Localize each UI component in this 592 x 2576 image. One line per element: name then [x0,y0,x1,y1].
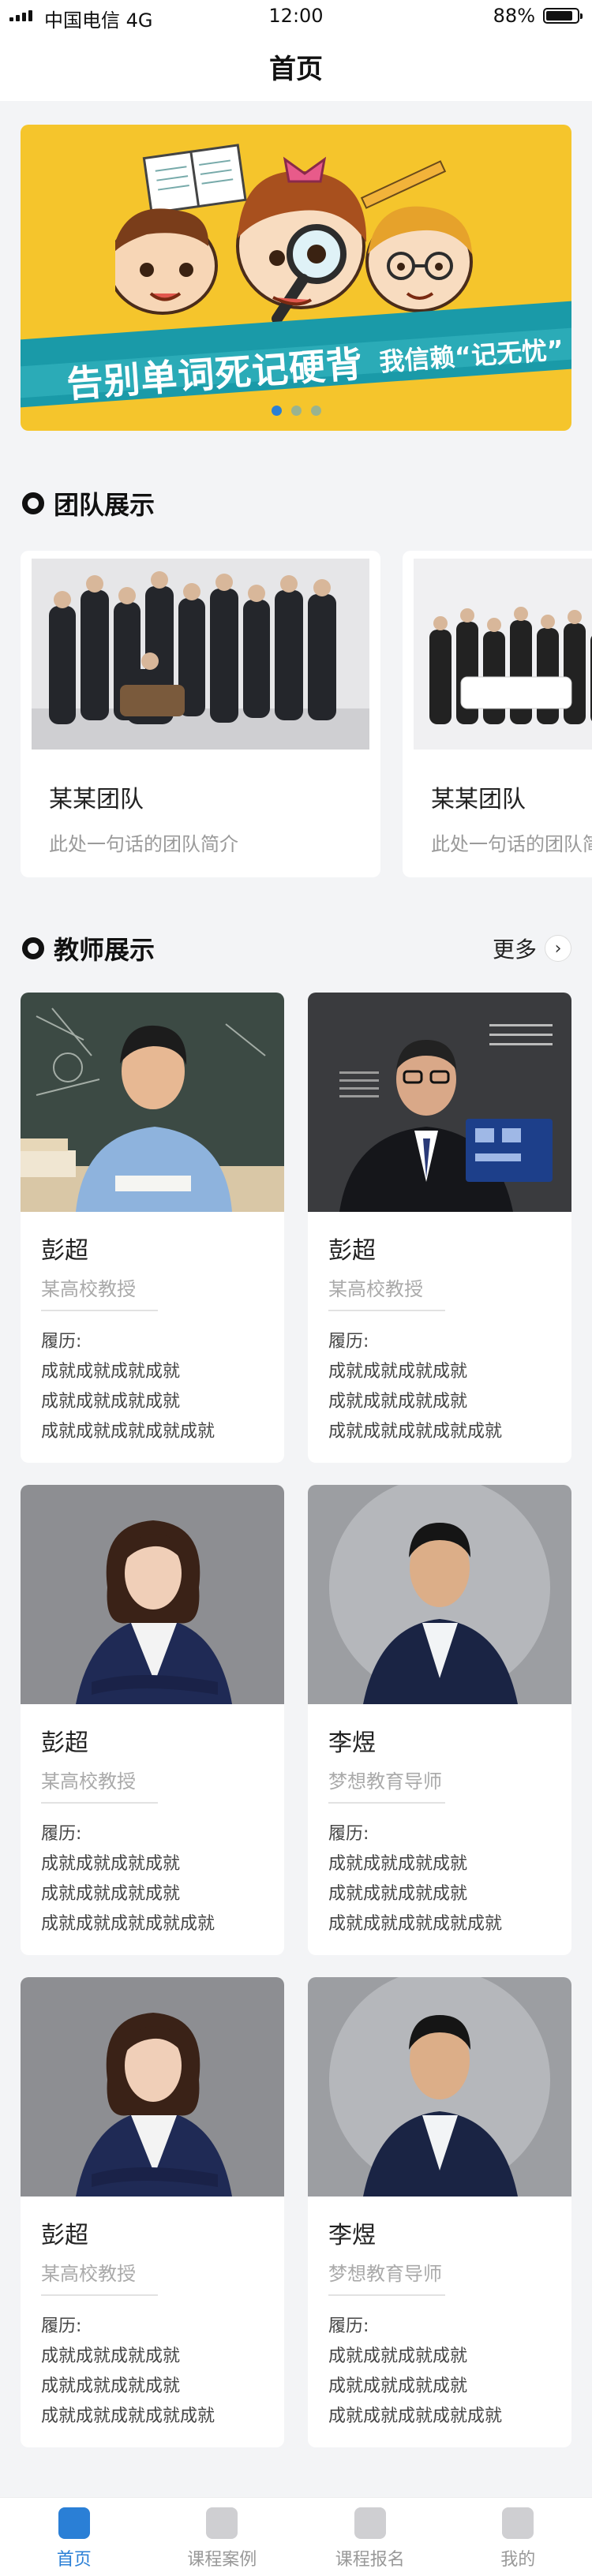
team-desc: 此处一句话的团队简介 [49,833,238,855]
resume-label: 履历: [41,1332,82,1352]
resume-line: 成就成就成就成就成就 [41,1422,215,1441]
signup-icon [354,2507,386,2539]
resume-line: 成就成就成就成就 [41,1362,181,1381]
team-card[interactable]: 某某团队 此处一句话的团队简介 [21,551,380,877]
tab-profile[interactable]: 我的 [444,2498,592,2576]
teacher-name: 彭超 [41,2222,88,2249]
teacher-photo [308,1485,571,1704]
team-section-header: 团队展示 [22,486,571,521]
resume-label: 履历: [41,1824,82,1844]
teacher-card[interactable]: 李煜 梦想教育导师 履历: 成就成就成就成就 成就成就成就成就 成就成就成就成就成就 [308,1977,571,2447]
battery-icon [543,8,583,24]
carousel-dot[interactable] [271,406,282,416]
tab-home[interactable]: 首页 [0,2498,148,2576]
page-title: 首页 [269,53,323,85]
teacher-photo [21,993,284,1212]
section-title-team: 团队展示 [54,490,155,520]
resume-line: 成就成就成就成就成就 [328,2406,503,2426]
divider [41,2294,158,2296]
teacher-title: 某高校教授 [328,1278,423,1300]
team-desc: 此处一句话的团队简介 [431,833,592,855]
resume-line: 成就成就成就成就 [328,2346,468,2366]
resume-line: 成就成就成就成就 [328,1884,468,1904]
teacher-card[interactable]: 彭超 某高校教授 履历: 成就成就成就成就 成就成就成就成就 成就成就成就成就成就 [308,993,571,1463]
resume-line: 成就成就成就成就 [328,1854,468,1874]
teacher-title: 梦想教育导师 [328,1770,442,1793]
chevron-right-icon: › [545,935,571,962]
battery-percent: 88% [493,5,535,27]
resume-line: 成就成就成就成就 [328,1362,468,1381]
resume-line: 成就成就成就成就成就 [328,1422,503,1441]
divider [41,1310,158,1311]
case-icon [206,2507,238,2539]
teacher-photo [21,1485,284,1704]
status-bar: 中国电信 4G 12:00 88% [0,0,592,32]
tab-bar: 首页 课程案例 课程报名 我的 [0,2497,592,2576]
divider [328,1310,445,1311]
profile-icon [502,2507,534,2539]
teacher-name: 彭超 [41,1729,88,1757]
team-photo [414,559,592,750]
resume-line: 成就成就成就成就成就 [41,1914,215,1934]
banner-cartoon-kids [115,144,473,324]
resume-label: 履历: [41,2316,82,2336]
teacher-name: 彭超 [41,1237,88,1265]
home-icon [58,2507,90,2539]
teacher-name: 李煜 [328,2222,376,2249]
resume-label: 履历: [328,1332,369,1352]
resume-line: 成就成就成就成就成就 [41,2406,215,2426]
teacher-title: 某高校教授 [41,2263,136,2285]
teacher-title: 某高校教授 [41,1770,136,1793]
resume-line: 成就成就成就成就 [41,1392,181,1411]
teacher-card[interactable]: 彭超 某高校教授 履历: 成就成就成就成就 成就成就成就成就 成就成就成就成就成就 [21,1977,284,2447]
team-name: 某某团队 [49,786,144,813]
resume-line: 成就成就成就成就 [328,2376,468,2396]
tab-signup[interactable]: 课程报名 [296,2498,444,2576]
team-photo [32,559,369,750]
teacher-title: 某高校教授 [41,1278,136,1300]
teacher-photo [308,993,571,1212]
tab-label: 首页 [56,2550,92,2570]
teacher-card[interactable]: 李煜 梦想教育导师 履历: 成就成就成就成就 成就成就成就成就 成就成就成就成就成就 [308,1485,571,1955]
resume-line: 成就成就成就成就 [41,1884,181,1904]
tab-label: 课程报名 [335,2550,405,2570]
teacher-card[interactable]: 彭超 某高校教授 履历: 成就成就成就成就 成就成就成就成就 成就成就成就成就成就 [21,1485,284,1955]
resume-line: 成就成就成就成就 [41,2346,181,2366]
divider [328,2294,445,2296]
team-card[interactable]: 某某团队 此处一句话的团队简介 [403,551,592,877]
more-label: 更多 [492,937,537,963]
section-title-teacher: 教师展示 [54,935,155,965]
teacher-name: 李煜 [328,1729,376,1757]
bullet-icon [22,937,44,959]
tab-label: 课程案例 [187,2550,257,2570]
carousel-dot[interactable] [310,406,321,416]
divider [41,1802,158,1804]
banner-carousel[interactable]: 告别单词死记硬背 我信赖“记无忧” [21,125,571,431]
bullet-icon [22,492,44,514]
team-carousel[interactable]: 某某团队 此处一句话的团队简介 某某团队 此处一句话的团队 [21,551,592,877]
carousel-indicator[interactable] [21,406,571,416]
resume-line: 成就成就成就成就 [328,1392,468,1411]
tab-label: 我的 [500,2550,536,2570]
teacher-card[interactable]: 彭超 某高校教授 履历: 成就成就成就成就 成就成就成就成就 成就成就成就成就成就 [21,993,284,1463]
resume-line: 成就成就成就成就 [41,2376,181,2396]
teacher-section-header: 教师展示 更多 › [22,931,571,966]
team-name: 某某团队 [431,786,526,813]
more-button[interactable]: 更多 › [493,933,571,964]
teacher-photo [21,1977,284,2197]
tab-case[interactable]: 课程案例 [148,2498,297,2576]
teacher-name: 彭超 [328,1237,376,1265]
carousel-dot[interactable] [290,406,302,416]
teacher-photo [308,1977,571,2197]
resume-line: 成就成就成就成就 [41,1854,181,1874]
resume-label: 履历: [328,1824,369,1844]
divider [328,1802,445,1804]
resume-line: 成就成就成就成就成就 [328,1914,503,1934]
resume-label: 履历: [328,2316,369,2336]
teacher-title: 梦想教育导师 [328,2263,442,2285]
nav-bar: 首页 [0,32,592,101]
